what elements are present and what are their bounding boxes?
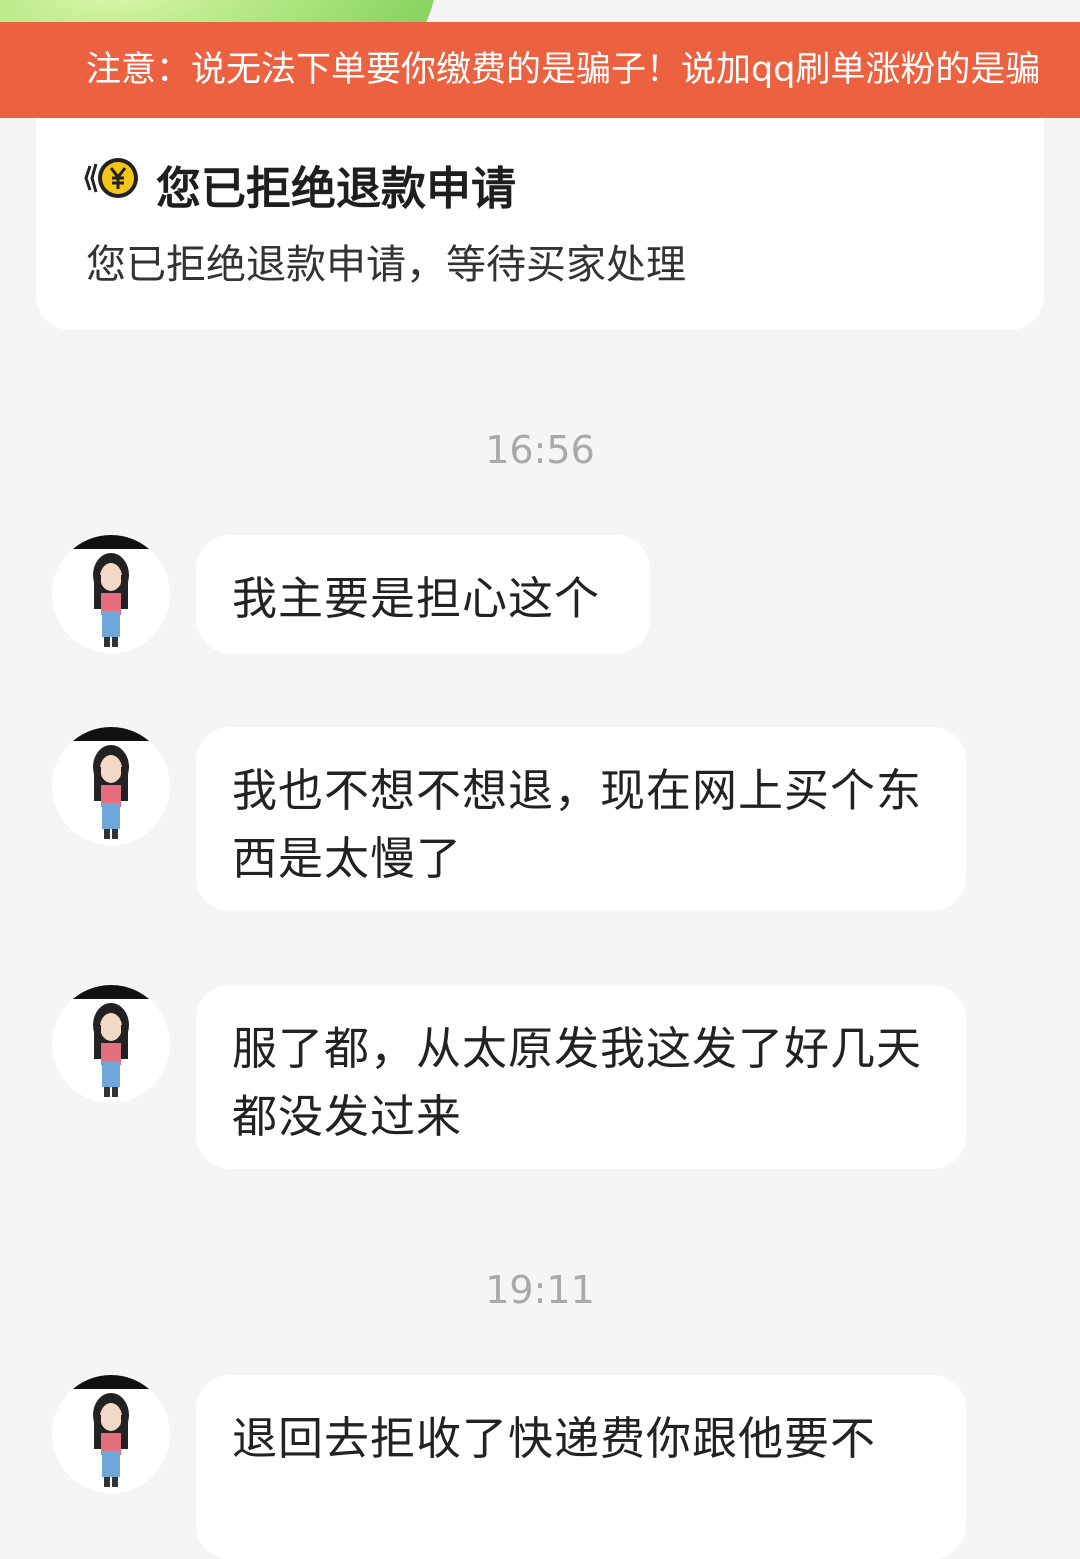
scam-warning-banner[interactable]: 注意：说无法下单要你缴费的是骗子！说加qq刷单涨粉的是骗 bbox=[0, 22, 1080, 118]
girl-avatar-icon bbox=[52, 1375, 170, 1487]
girl-avatar-icon bbox=[52, 985, 170, 1097]
yen-coin-icon bbox=[84, 156, 140, 200]
timestamp: 19:11 bbox=[485, 1268, 595, 1312]
avatar[interactable] bbox=[52, 535, 170, 653]
warning-text: 注意：说无法下单要你缴费的是骗子！说加qq刷单涨粉的是骗 bbox=[86, 50, 1041, 90]
refund-description: 您已拒绝退款申请，等待买家处理 bbox=[86, 242, 686, 288]
avatar[interactable] bbox=[52, 727, 170, 845]
message-bubble[interactable]: 我也不想不想退，现在网上买个东西是太慢了 bbox=[196, 727, 966, 911]
girl-avatar-icon bbox=[52, 535, 170, 647]
message-text: 退回去拒收了快递费你跟他要不 bbox=[232, 1412, 877, 1465]
message-bubble[interactable]: 退回去拒收了快递费你跟他要不 bbox=[196, 1375, 966, 1559]
message-text: 我主要是担心这个 bbox=[232, 572, 601, 625]
message-text: 我也不想不想退，现在网上买个东西是太慢了 bbox=[232, 764, 923, 885]
girl-avatar-icon bbox=[52, 727, 170, 839]
message-bubble[interactable]: 我主要是担心这个 bbox=[196, 535, 650, 653]
message-bubble[interactable]: 服了都，从太原发我这发了好几天都没发过来 bbox=[196, 985, 966, 1169]
avatar[interactable] bbox=[52, 985, 170, 1103]
timestamp: 16:56 bbox=[485, 428, 595, 472]
refund-title: 您已拒绝退款申请 bbox=[156, 162, 517, 215]
message-text: 服了都，从太原发我这发了好几天都没发过来 bbox=[232, 1022, 923, 1143]
avatar[interactable] bbox=[52, 1375, 170, 1493]
